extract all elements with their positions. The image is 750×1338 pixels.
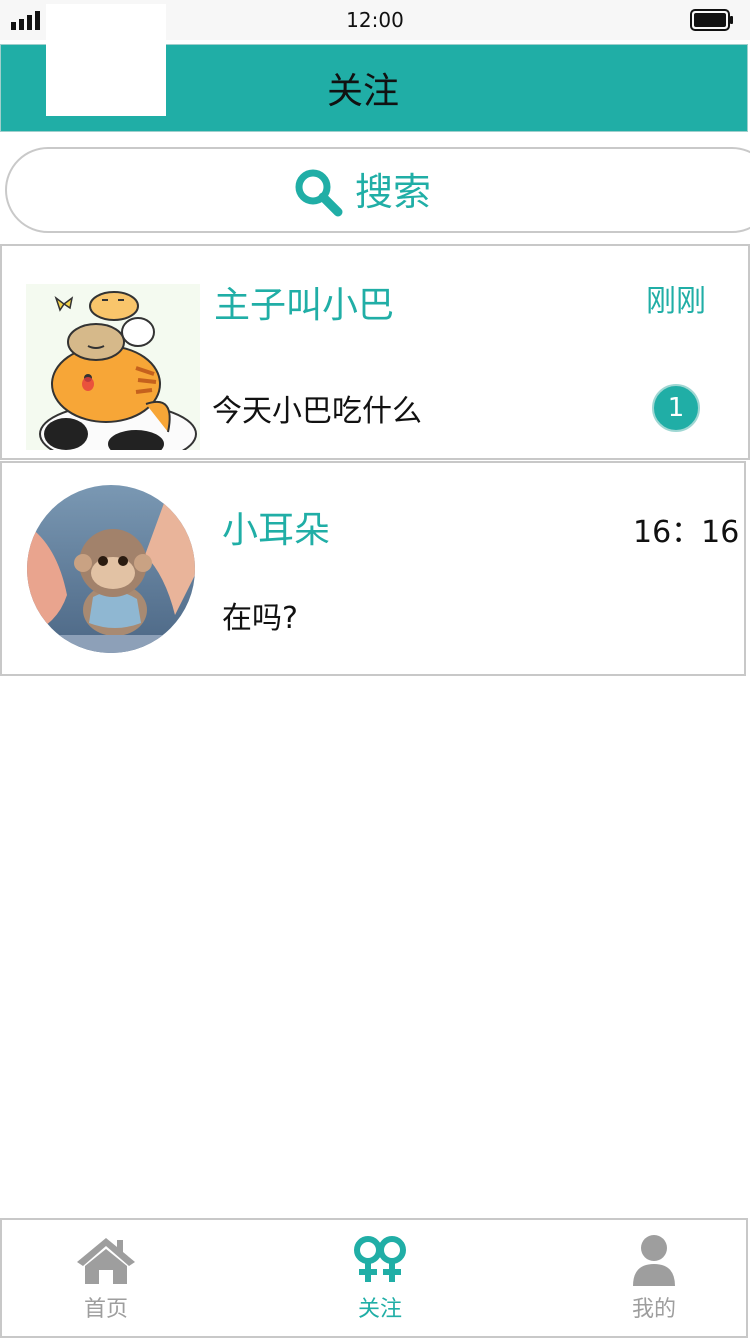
unread-badge: 1 (652, 384, 700, 432)
chat-message-preview: 在吗? (222, 601, 298, 636)
bottom-tab-bar: 首页 关注 我的 (0, 1218, 748, 1338)
search-icon (295, 169, 343, 217)
tab-follow[interactable]: 关注 (300, 1220, 460, 1336)
avatar (27, 485, 195, 653)
cat-stack-avatar (26, 284, 200, 450)
home-icon (77, 1238, 135, 1284)
user-icon (633, 1235, 675, 1286)
gender-couple-icon (354, 1236, 406, 1282)
image-placeholder (46, 4, 166, 116)
chat-name: 主子叫小巴 (214, 285, 395, 326)
tab-label: 关注 (357, 1297, 402, 1322)
chat-name: 小耳朵 (222, 510, 331, 551)
avatar (26, 284, 200, 450)
tab-profile[interactable]: 我的 (574, 1220, 734, 1336)
monkey-toy-avatar (27, 485, 195, 653)
tab-label: 首页 (83, 1297, 128, 1322)
search-bar[interactable]: 搜索 (5, 147, 750, 233)
tab-home[interactable]: 首页 (26, 1220, 186, 1336)
chat-message-preview: 今天小巴吃什么 (212, 394, 422, 429)
chat-time: 刚刚 (646, 284, 706, 319)
chat-list-item[interactable]: 主子叫小巴 刚刚 今天小巴吃什么 1 (0, 244, 750, 460)
search-label: 搜索 (355, 170, 432, 214)
battery-icon (690, 9, 733, 31)
tab-label: 我的 (631, 1297, 676, 1322)
chat-list-item[interactable]: 小耳朵 16：16 在吗? (0, 461, 746, 676)
chat-time: 16：16 (633, 515, 740, 550)
